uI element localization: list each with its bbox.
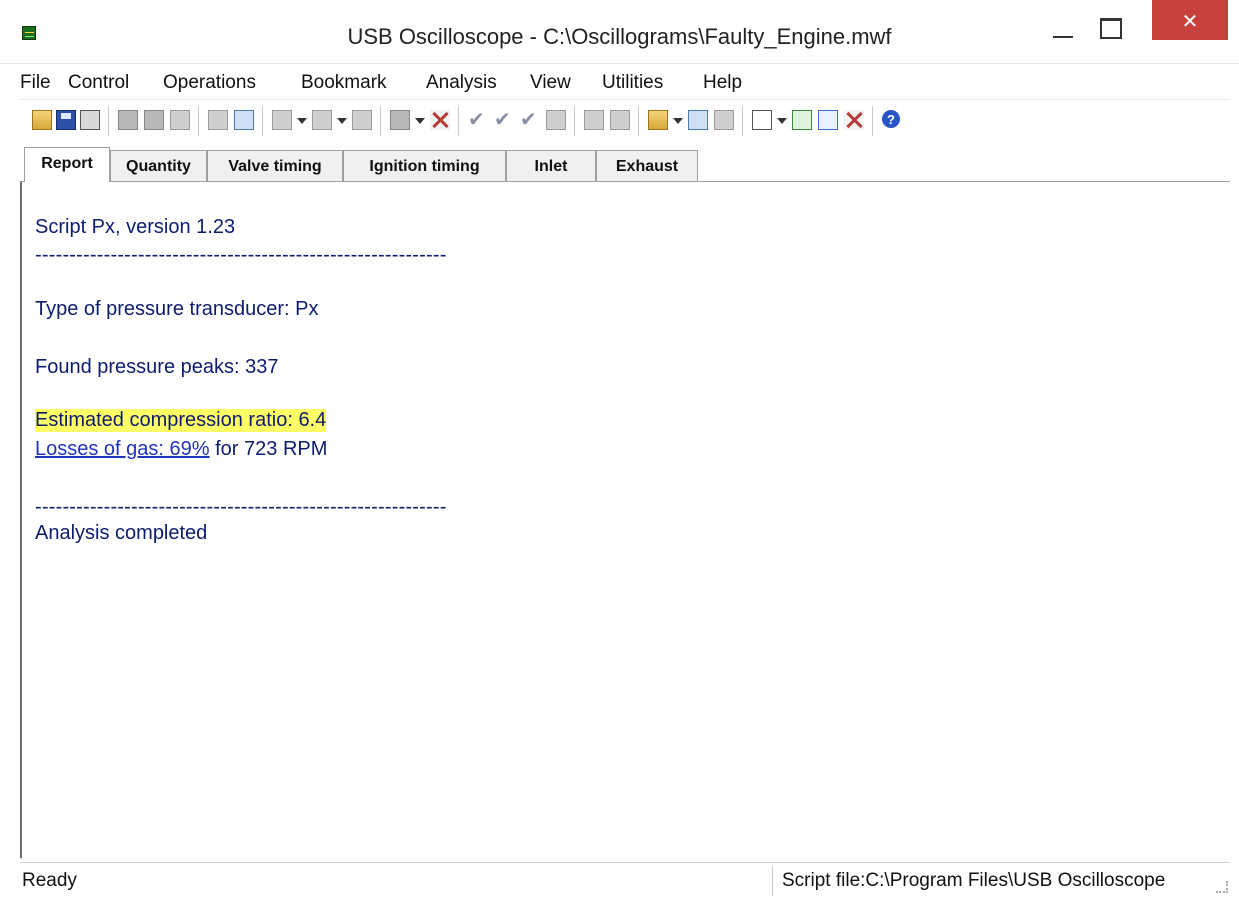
close-view-icon[interactable] <box>844 110 864 130</box>
report-panel[interactable]: Script Px, version 1.23 ----------------… <box>20 182 1230 858</box>
minimize-button[interactable] <box>1041 8 1087 52</box>
status-script-file: Script file:C:\Program Files\USB Oscillo… <box>782 870 1166 891</box>
graph-view-icon[interactable] <box>792 110 812 130</box>
resize-grip-icon[interactable] <box>1216 881 1228 893</box>
toolbar-separator <box>262 106 263 136</box>
menu-file[interactable]: File <box>20 72 51 94</box>
separator-line: ----------------------------------------… <box>35 496 447 518</box>
chevron-down-icon[interactable] <box>673 118 683 124</box>
delete-icon[interactable] <box>430 110 450 130</box>
tab-exhaust[interactable]: Exhaust <box>596 150 698 181</box>
paste-icon[interactable] <box>144 110 164 130</box>
tab-strip: Report Quantity Valve timing Ignition ti… <box>20 145 1230 182</box>
menu-help[interactable]: Help <box>703 72 742 94</box>
tab-report[interactable]: Report <box>24 147 110 182</box>
toolbar: ✔ ✔ ✔ ? <box>20 99 1230 143</box>
tab-inlet[interactable]: Inlet <box>506 150 596 181</box>
pressure-peaks-line: Found pressure peaks: 337 <box>35 356 279 378</box>
close-button[interactable]: ✕ <box>1152 0 1228 40</box>
analysis-completed-line: Analysis completed <box>35 522 208 544</box>
chevron-down-icon[interactable] <box>415 118 425 124</box>
script-version-line: Script Px, version 1.23 <box>35 216 236 238</box>
marker-icon[interactable] <box>170 110 190 130</box>
toolbar-separator <box>198 106 199 136</box>
toolbar-separator <box>742 106 743 136</box>
status-separator <box>772 866 773 896</box>
gas-loss-line: Losses of gas: 69% for 723 RPM <box>35 438 327 461</box>
report-view-icon[interactable] <box>818 110 838 130</box>
tab-quantity[interactable]: Quantity <box>110 150 207 181</box>
maximize-button[interactable] <box>1088 8 1134 52</box>
menu-operations[interactable]: Operations <box>163 72 256 94</box>
open-icon[interactable] <box>32 110 52 130</box>
check-icon[interactable]: ✔ <box>468 110 488 130</box>
toolbar-separator <box>108 106 109 136</box>
script-open-icon[interactable] <box>648 110 668 130</box>
script-stop-icon[interactable] <box>714 110 734 130</box>
chart-icon[interactable] <box>584 110 604 130</box>
zoom-signal-2-icon[interactable] <box>312 110 332 130</box>
chevron-down-icon[interactable] <box>337 118 347 124</box>
status-ready: Ready <box>22 870 77 891</box>
separator-line: ----------------------------------------… <box>35 244 447 266</box>
zoom-signal-icon[interactable] <box>272 110 292 130</box>
menu-control[interactable]: Control <box>68 72 129 94</box>
menu-bar: File Control Operations Bookmark Analysi… <box>20 70 1230 96</box>
ruler-icon[interactable] <box>234 110 254 130</box>
chevron-down-icon[interactable] <box>777 118 787 124</box>
check-down-2-icon[interactable]: ✔ <box>520 110 540 130</box>
menu-view[interactable]: View <box>530 72 571 94</box>
toolbar-separator <box>458 106 459 136</box>
copy-icon[interactable] <box>118 110 138 130</box>
filter-icon[interactable] <box>390 110 410 130</box>
script-run-icon[interactable] <box>688 110 708 130</box>
status-bar: Ready Script file:C:\Program Files\USB O… <box>20 862 1230 899</box>
tab-ignition-timing[interactable]: Ignition timing <box>343 150 506 181</box>
script-window-icon[interactable] <box>752 110 772 130</box>
toolbar-separator <box>574 106 575 136</box>
gas-loss-link[interactable]: Losses of gas: 69% <box>35 438 210 460</box>
title-bar: USB Oscilloscope - C:\Oscillograms\Fault… <box>0 0 1239 64</box>
toolbar-separator <box>872 106 873 136</box>
gas-loss-suffix: for 723 RPM <box>209 438 328 460</box>
toolbar-separator <box>638 106 639 136</box>
undo-icon[interactable] <box>352 110 372 130</box>
check-down-icon[interactable]: ✔ <box>494 110 514 130</box>
save-icon[interactable] <box>56 110 76 130</box>
select-icon[interactable] <box>610 110 630 130</box>
cursor-icon[interactable] <box>208 110 228 130</box>
menu-analysis[interactable]: Analysis <box>426 72 497 94</box>
print-icon[interactable] <box>80 110 100 130</box>
tab-valve-timing[interactable]: Valve timing <box>207 150 343 181</box>
close-icon: ✕ <box>1181 11 1199 33</box>
menu-bookmark[interactable]: Bookmark <box>301 72 387 94</box>
toolbar-separator <box>380 106 381 136</box>
chevron-down-icon[interactable] <box>297 118 307 124</box>
help-icon[interactable]: ? <box>882 110 900 128</box>
menu-utilities[interactable]: Utilities <box>602 72 663 94</box>
compression-ratio-line: Estimated compression ratio: 6.4 <box>35 409 327 432</box>
page-icon[interactable] <box>546 110 566 130</box>
transducer-type-line: Type of pressure transducer: Px <box>35 298 319 320</box>
